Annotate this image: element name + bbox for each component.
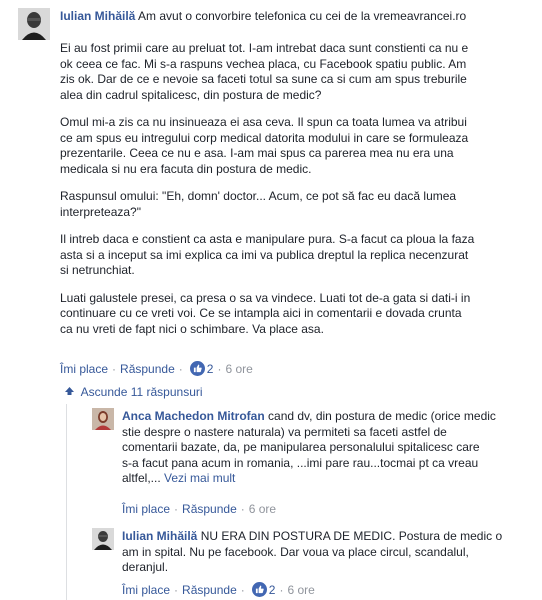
reply-button[interactable]: Răspunde bbox=[182, 583, 237, 597]
reply-time[interactable]: 6 ore bbox=[287, 583, 314, 597]
reply-author[interactable]: Iulian Mihăilă bbox=[122, 529, 197, 543]
reply-button[interactable]: Răspunde bbox=[120, 362, 175, 376]
avatar-anca[interactable] bbox=[92, 408, 114, 430]
like-count[interactable]: 2 bbox=[269, 583, 276, 597]
see-more-link[interactable]: Vezi mai mult bbox=[164, 471, 235, 485]
thumbs-up-icon[interactable] bbox=[189, 361, 205, 376]
reply-arrow-icon bbox=[64, 385, 78, 400]
like-button[interactable]: Îmi place bbox=[60, 362, 108, 376]
comment-paragraph: Ei au fost primii care au preluat tot. I… bbox=[60, 41, 469, 102]
like-button[interactable]: Îmi place bbox=[122, 502, 170, 516]
thumbs-up-icon[interactable] bbox=[251, 582, 267, 597]
reply-actions: Îmi place · Răspunde · 2 · 6 ore bbox=[122, 582, 315, 597]
like-count[interactable]: 2 bbox=[207, 362, 214, 376]
comment-first-line: Iulian Mihăilă Am avut o convorbire tele… bbox=[60, 9, 467, 23]
avatar-iulian[interactable] bbox=[92, 528, 114, 550]
comment-author[interactable]: Iulian Mihăilă bbox=[60, 9, 135, 23]
thread-divider bbox=[66, 404, 67, 600]
comment-time[interactable]: 6 ore bbox=[225, 362, 252, 376]
avatar-iulian[interactable] bbox=[18, 8, 50, 40]
comment-paragraph: Il intreb daca e constient ca asta e man… bbox=[60, 232, 475, 277]
comment-actions: Îmi place · Răspunde · 2 · 6 ore bbox=[60, 361, 253, 376]
hide-replies-toggle[interactable]: Ascunde 11 răspunsuri bbox=[64, 385, 203, 400]
reply-button[interactable]: Răspunde bbox=[182, 502, 237, 516]
like-button[interactable]: Îmi place bbox=[122, 583, 170, 597]
comment-paragraph: Raspunsul omului: "Eh, domn' doctor... A… bbox=[60, 189, 457, 219]
comment-paragraph: Luati galustele presei, ca presa o sa va… bbox=[60, 290, 471, 336]
comment-paragraph: Omul mi-a zis ca nu insinueaza ei asa ce… bbox=[60, 115, 469, 176]
reply-actions: Îmi place · Răspunde · 6 ore bbox=[122, 502, 277, 516]
reply-time[interactable]: 6 ore bbox=[249, 502, 276, 516]
reply-author[interactable]: Anca Machedon Mitrofan bbox=[122, 409, 265, 423]
